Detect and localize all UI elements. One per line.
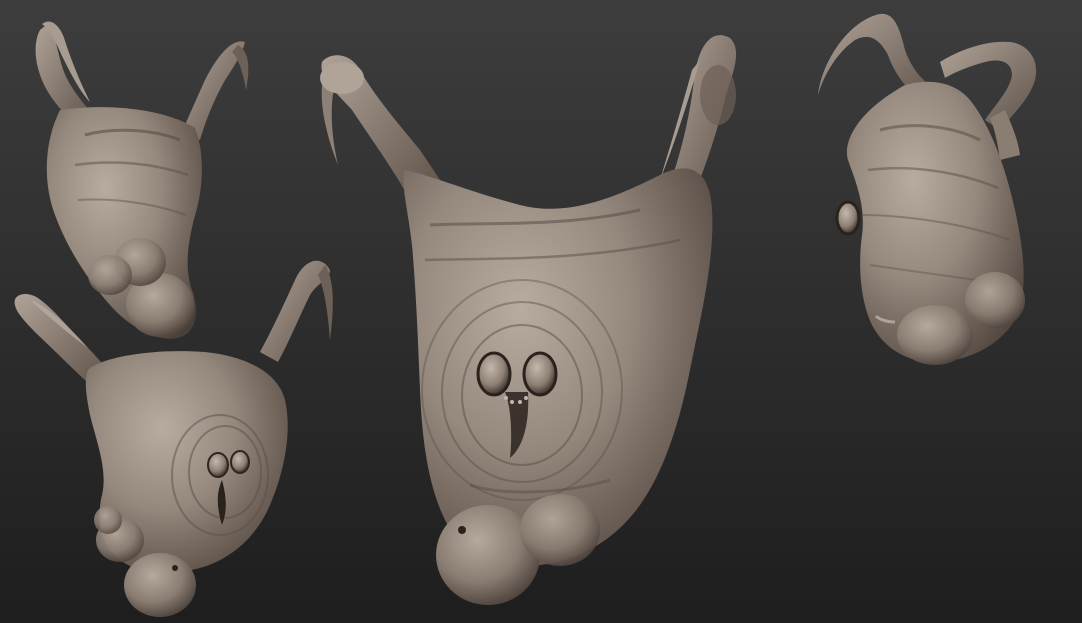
sculpt-render: [0, 0, 1082, 623]
render-viewport: [0, 0, 1082, 623]
